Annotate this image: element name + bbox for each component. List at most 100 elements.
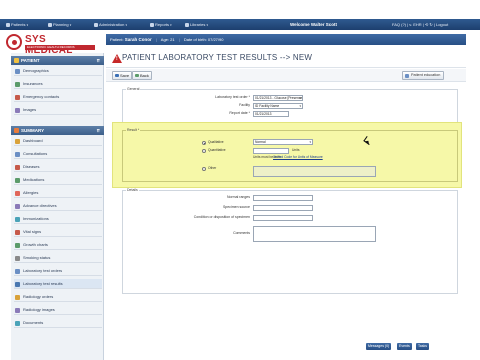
sidebar-item-demographics[interactable]: Demographics bbox=[14, 66, 102, 76]
sidebar-item-label: Growth charts bbox=[23, 242, 48, 247]
back-arrow-icon bbox=[135, 74, 139, 77]
sidebar-item-label: Medications bbox=[23, 177, 45, 182]
collapse-icon: ⇈ bbox=[96, 58, 100, 63]
sidebar-item-label: Laboratory test orders bbox=[23, 268, 63, 273]
insurance-icon bbox=[15, 82, 20, 87]
back-button[interactable]: Back bbox=[132, 71, 152, 80]
nav-item-patients[interactable]: Patients ▾ bbox=[6, 21, 28, 28]
nav-item-administration[interactable]: Administration ▾ bbox=[94, 21, 127, 28]
sidebar-item-label: Insurances bbox=[23, 81, 43, 86]
nav-right-links[interactable]: FAQ (?) | v. EHR | ⟲ ↻ | Logout bbox=[392, 21, 448, 28]
qualitative-select[interactable]: Normal bbox=[253, 139, 313, 145]
sidebar-item-radiology-orders[interactable]: Radiology orders bbox=[14, 292, 102, 302]
logo: SYS MEDICAL ELECTRONIC HEALTH RECORDS bbox=[6, 33, 96, 56]
ucum-link[interactable]: Unified Code for Units of Measure bbox=[273, 155, 323, 160]
sidebar-item-vital-signs[interactable]: Vital signs bbox=[14, 227, 102, 237]
sidebar-item-consultations[interactable]: Consultations bbox=[14, 149, 102, 159]
lab-test-order-select[interactable]: 01/21/2013 - Glucose [Presence] in Urine bbox=[253, 95, 303, 101]
save-button[interactable]: Save bbox=[112, 71, 133, 80]
sidebar-item-radiology-images[interactable]: Radiology images bbox=[14, 305, 102, 315]
sidebar-item-laboratory-test-results[interactable]: Laboratory test results bbox=[14, 279, 102, 289]
sidebar-item-label: Documents bbox=[23, 320, 44, 325]
growth-chart-icon bbox=[15, 243, 20, 248]
dashboard-icon bbox=[15, 139, 20, 144]
sidebar-item-laboratory-test-orders[interactable]: Laboratory test orders bbox=[14, 266, 102, 276]
education-icon bbox=[405, 73, 409, 78]
chevron-down-icon: ▾ bbox=[69, 23, 72, 27]
sidebar-item-images[interactable]: Images bbox=[14, 105, 102, 115]
events-button[interactable]: Events bbox=[397, 343, 412, 350]
main-content: PATIENT LABORATORY TEST RESULTS --> NEW … bbox=[106, 46, 466, 360]
quantitative-radio[interactable] bbox=[202, 149, 206, 153]
specimen-condition-input[interactable] bbox=[253, 215, 313, 221]
quantitative-input[interactable] bbox=[253, 148, 289, 154]
comments-label: Comments bbox=[233, 231, 250, 235]
chevron-down-icon: ▾ bbox=[125, 23, 127, 27]
normal-ranges-input[interactable] bbox=[253, 195, 313, 201]
sidebar-header-summary[interactable]: SUMMARY ⇈ bbox=[11, 126, 104, 135]
other-radio[interactable] bbox=[202, 167, 206, 171]
sidebar-item-advance-directives[interactable]: Advance directives bbox=[14, 201, 102, 211]
sidebar-item-allergies[interactable]: Allergies bbox=[14, 188, 102, 198]
patient-name: Sarah Conor bbox=[124, 37, 152, 42]
nav-label: Planning bbox=[53, 22, 69, 27]
messages-button[interactable]: Messages (0) bbox=[366, 343, 392, 350]
patient-dob: Date of birth: 07/27/90 bbox=[183, 37, 224, 42]
sidebar-item-emergency-contacts[interactable]: Emergency contacts bbox=[14, 92, 102, 102]
sidebar-item-smoking-status[interactable]: Smoking status bbox=[14, 253, 102, 263]
specimen-condition-label: Condition or disposition of specimen bbox=[193, 215, 250, 219]
logo-mark-icon bbox=[6, 34, 22, 50]
nav-item-planning[interactable]: Planning ▾ bbox=[48, 21, 71, 28]
disease-icon bbox=[15, 165, 20, 170]
sidebar: PATIENT ⇈ Demographics Insurances Emergen… bbox=[11, 53, 104, 360]
flask-icon bbox=[15, 282, 20, 287]
nav-label: Patients bbox=[11, 22, 26, 27]
back-label: Back bbox=[140, 73, 149, 78]
sidebar-item-label: Diseases bbox=[23, 164, 40, 169]
app-window: Patients ▾ Planning ▾ Administration ▾ R… bbox=[0, 0, 480, 360]
patient-education-label: Patient education bbox=[411, 73, 441, 77]
calendar-icon bbox=[48, 22, 52, 27]
comments-textarea[interactable] bbox=[253, 226, 376, 242]
qualitative-radio[interactable] bbox=[202, 141, 206, 145]
sidebar-item-medications[interactable]: Medications bbox=[14, 175, 102, 185]
lab-test-order-label: Laboratory test order * bbox=[215, 95, 250, 99]
patient-age: Age: 21 bbox=[160, 37, 175, 42]
sidebar-item-label: Images bbox=[23, 107, 37, 112]
general-legend: General bbox=[126, 87, 141, 92]
sidebar-item-diseases[interactable]: Diseases bbox=[14, 162, 102, 172]
sidebar-item-immunizations[interactable]: Immunizations bbox=[14, 214, 102, 224]
quantitative-label: Quantitative bbox=[208, 148, 226, 152]
xray-icon bbox=[15, 308, 20, 313]
logo-tagline: ELECTRONIC HEALTH RECORDS bbox=[25, 45, 95, 50]
collapse-icon: ⇈ bbox=[96, 128, 100, 133]
sidebar-item-label: Vital signs bbox=[23, 229, 42, 234]
specimen-source-input[interactable] bbox=[253, 205, 313, 211]
warning-icon bbox=[112, 54, 122, 63]
specimen-source-label: Specimen source bbox=[222, 205, 250, 209]
contact-icon bbox=[15, 95, 20, 100]
other-textarea[interactable] bbox=[253, 166, 376, 177]
sidebar-item-insurances[interactable]: Insurances bbox=[14, 79, 102, 89]
normal-ranges-label: Normal ranges bbox=[227, 195, 250, 199]
report-date-label: Report date * bbox=[229, 111, 250, 115]
sidebar-item-label: Radiology images bbox=[23, 307, 55, 312]
sidebar-item-dashboard[interactable]: Dashboard bbox=[14, 136, 102, 146]
report-date-input[interactable]: 01/21/2013 bbox=[253, 111, 289, 117]
top-navigation: Patients ▾ Planning ▾ Administration ▾ R… bbox=[0, 0, 480, 31]
nav-item-reports[interactable]: Reports ▾ bbox=[150, 21, 172, 28]
sidebar-item-label: Allergies bbox=[23, 190, 39, 195]
nav-label: Reports bbox=[155, 22, 170, 27]
patient-label: Patient: bbox=[110, 37, 124, 42]
tasks-button[interactable]: Tasks bbox=[416, 343, 429, 350]
sidebar-item-documents[interactable]: Documents bbox=[14, 318, 102, 328]
facility-select[interactable]: ID Facility Name bbox=[253, 103, 303, 109]
sidebar-item-label: Dashboard bbox=[23, 138, 43, 143]
sidebar-header-patient[interactable]: PATIENT ⇈ bbox=[11, 56, 104, 65]
nav-item-libraries[interactable]: Libraries ▾ bbox=[185, 21, 208, 28]
chevron-down-icon: ▾ bbox=[26, 23, 29, 27]
patient-education-button[interactable]: Patient education bbox=[402, 71, 445, 80]
pill-icon bbox=[15, 178, 20, 183]
sidebar-item-growth-charts[interactable]: Growth charts bbox=[14, 240, 102, 250]
facility-label: Facility bbox=[239, 103, 250, 107]
